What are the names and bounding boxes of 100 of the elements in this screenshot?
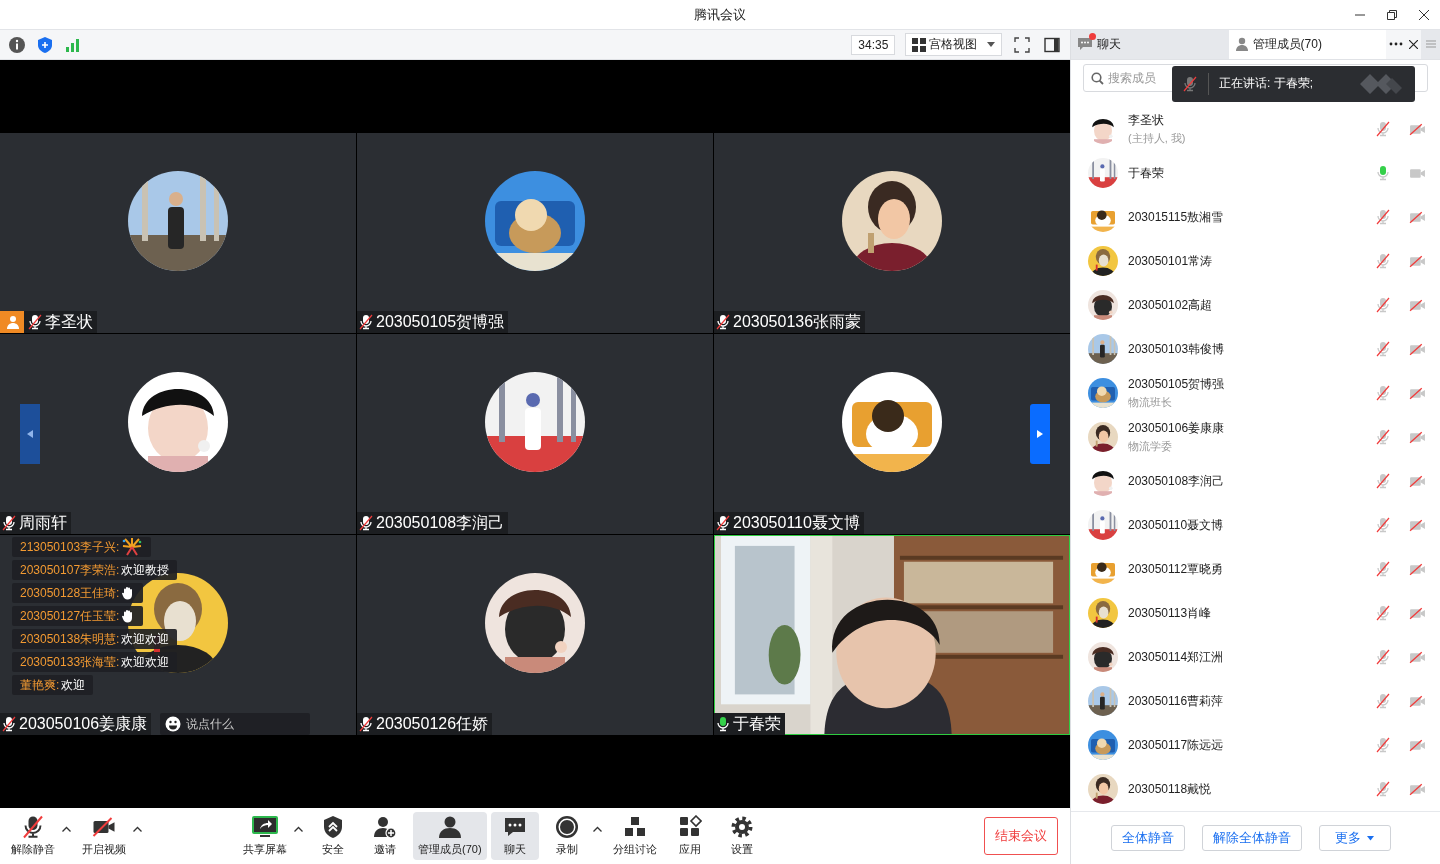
fullscreen-icon bbox=[1014, 36, 1030, 53]
panel-tab[interactable]: 聊天 bbox=[1071, 30, 1229, 59]
close-icon bbox=[1419, 9, 1429, 20]
members-button[interactable]: 管理成员(70) bbox=[413, 812, 487, 860]
right-arrow-icon bbox=[1037, 430, 1043, 438]
message-text: 欢迎欢迎 bbox=[121, 630, 170, 648]
member-name: 203050114郑江洲 bbox=[1128, 648, 1225, 666]
share-screen-icon bbox=[252, 815, 278, 839]
participant-name: 于春荣 bbox=[733, 713, 781, 734]
people-icon bbox=[436, 815, 463, 839]
member-name: 203050101常涛 bbox=[1128, 252, 1214, 270]
options-caret-button[interactable] bbox=[292, 826, 305, 832]
panel-button[interactable]: 更多 bbox=[1318, 825, 1391, 852]
caret-up-icon bbox=[294, 826, 303, 832]
record-button[interactable]: 录制 bbox=[542, 812, 591, 860]
caret-up-icon bbox=[133, 826, 142, 832]
message-text: 欢迎 bbox=[61, 676, 86, 694]
member-name: 于春荣 bbox=[1128, 164, 1165, 182]
sidebar-icon bbox=[1044, 36, 1060, 53]
fullscreen-button[interactable] bbox=[1012, 34, 1032, 55]
message-sender: 203050133张海莹: bbox=[20, 653, 120, 671]
member-name: 203050108李润己 bbox=[1128, 472, 1226, 490]
message-sender: 董艳爽: bbox=[20, 676, 60, 694]
add-person-icon bbox=[373, 815, 397, 839]
panel-tab[interactable]: 管理成员(70) bbox=[1228, 30, 1387, 59]
chat-input[interactable]: 说点什么 bbox=[160, 713, 310, 735]
share-screen-button[interactable]: 共享屏幕 bbox=[238, 812, 292, 860]
message-sender: 203050107李荣浩: bbox=[20, 561, 120, 579]
member-name: 203050105贺博强 bbox=[1128, 376, 1226, 394]
participant-name: 203050126任娇 bbox=[376, 713, 489, 734]
person-icon bbox=[1234, 37, 1249, 52]
logo-icon bbox=[1359, 72, 1403, 95]
caret-up-icon bbox=[592, 826, 602, 832]
smiley-icon bbox=[165, 716, 181, 732]
info-icon bbox=[8, 35, 26, 54]
member-role: (主持人, 我) bbox=[1128, 131, 1187, 147]
panel-button[interactable]: 解除全体静音 bbox=[1201, 825, 1302, 852]
meeting-timer: 34:35 bbox=[851, 34, 896, 55]
view-mode-dropdown[interactable]: 宫格视图 bbox=[905, 33, 1002, 56]
message-sender: 203050138朱明慧: bbox=[20, 630, 120, 648]
breakout-icon bbox=[622, 815, 647, 839]
message-text: 欢迎欢迎 bbox=[121, 653, 170, 671]
panel-button[interactable]: 全体静音 bbox=[1110, 825, 1185, 852]
video-button[interactable]: 开启视频 bbox=[77, 812, 131, 860]
menu-icon bbox=[1425, 40, 1436, 49]
shield-icon bbox=[36, 35, 54, 54]
close-icon bbox=[1409, 39, 1419, 49]
end-meeting-button[interactable]: 结束会议 bbox=[984, 817, 1058, 855]
restore-icon bbox=[1387, 9, 1397, 20]
window-title: 腾讯会议 bbox=[694, 5, 746, 24]
settings-icon bbox=[729, 815, 754, 839]
muted-mic-icon bbox=[1182, 75, 1198, 92]
invite-button[interactable]: 邀请 bbox=[361, 812, 409, 860]
member-role: 物流学委 bbox=[1128, 439, 1173, 455]
member-name: 203050112覃晓勇 bbox=[1128, 560, 1225, 578]
speaking-text: 正在讲话: 于春荣; bbox=[1219, 75, 1313, 93]
more-icon bbox=[1389, 42, 1404, 47]
apps-icon bbox=[677, 815, 702, 839]
participant-name: 周雨轩 bbox=[19, 512, 67, 533]
member-role: 物流班长 bbox=[1128, 395, 1173, 411]
member-name: 203050113肖峰 bbox=[1128, 604, 1213, 622]
participant-name: 203050108李润己 bbox=[376, 512, 505, 533]
message-sender: 203050127任玉莹: bbox=[20, 607, 120, 625]
left-arrow-icon bbox=[27, 430, 33, 438]
record-icon bbox=[554, 815, 579, 839]
apps-button[interactable]: 应用 bbox=[665, 812, 714, 860]
participant-name: 203050106姜康康 bbox=[19, 713, 148, 734]
member-name: 203050116曹莉萍 bbox=[1128, 692, 1225, 710]
chat-bubble-icon bbox=[1077, 37, 1093, 52]
participant-name: 203050136张雨蒙 bbox=[733, 311, 862, 332]
message-text: 欢迎教授 bbox=[121, 561, 170, 579]
participant-name: 李圣状 bbox=[45, 311, 93, 332]
member-name: 203050118戴悦 bbox=[1128, 780, 1213, 798]
chat-button[interactable]: 聊天 bbox=[490, 812, 539, 860]
member-name: 203050117陈远远 bbox=[1128, 736, 1225, 754]
message-sender: 203050128王佳琦: bbox=[20, 584, 120, 602]
caret-down-icon bbox=[1367, 835, 1374, 841]
member-name: 203050106姜康康 bbox=[1128, 420, 1226, 438]
unmute-button[interactable]: 解除静音 bbox=[6, 812, 60, 860]
member-name: 203050110聂文博 bbox=[1128, 516, 1225, 534]
settings-button[interactable]: 设置 bbox=[717, 812, 766, 860]
member-name: 203050103韩俊博 bbox=[1128, 340, 1226, 358]
participant-name: 203050110聂文博 bbox=[733, 512, 860, 533]
member-name: 李圣状 bbox=[1128, 112, 1165, 130]
firework-icon bbox=[121, 537, 144, 557]
options-caret-button[interactable] bbox=[131, 826, 144, 832]
participant-name: 203050105贺博强 bbox=[376, 311, 505, 332]
breakout-rooms-button[interactable]: 分组讨论 bbox=[607, 812, 662, 860]
shield-icon bbox=[321, 815, 345, 839]
message-sender: 213050103李子兴: bbox=[20, 538, 120, 556]
grid-icon bbox=[912, 37, 927, 52]
member-name: 203015115敖湘雪 bbox=[1128, 208, 1225, 226]
member-name: 203050102高超 bbox=[1128, 296, 1214, 314]
person-icon bbox=[5, 315, 20, 329]
caret-up-icon bbox=[62, 826, 71, 832]
security-button[interactable]: 安全 bbox=[309, 812, 357, 860]
chat-bubble-icon bbox=[502, 815, 527, 839]
search-icon bbox=[1091, 71, 1104, 85]
caret-icon bbox=[987, 41, 995, 48]
options-caret-button[interactable] bbox=[60, 826, 73, 832]
